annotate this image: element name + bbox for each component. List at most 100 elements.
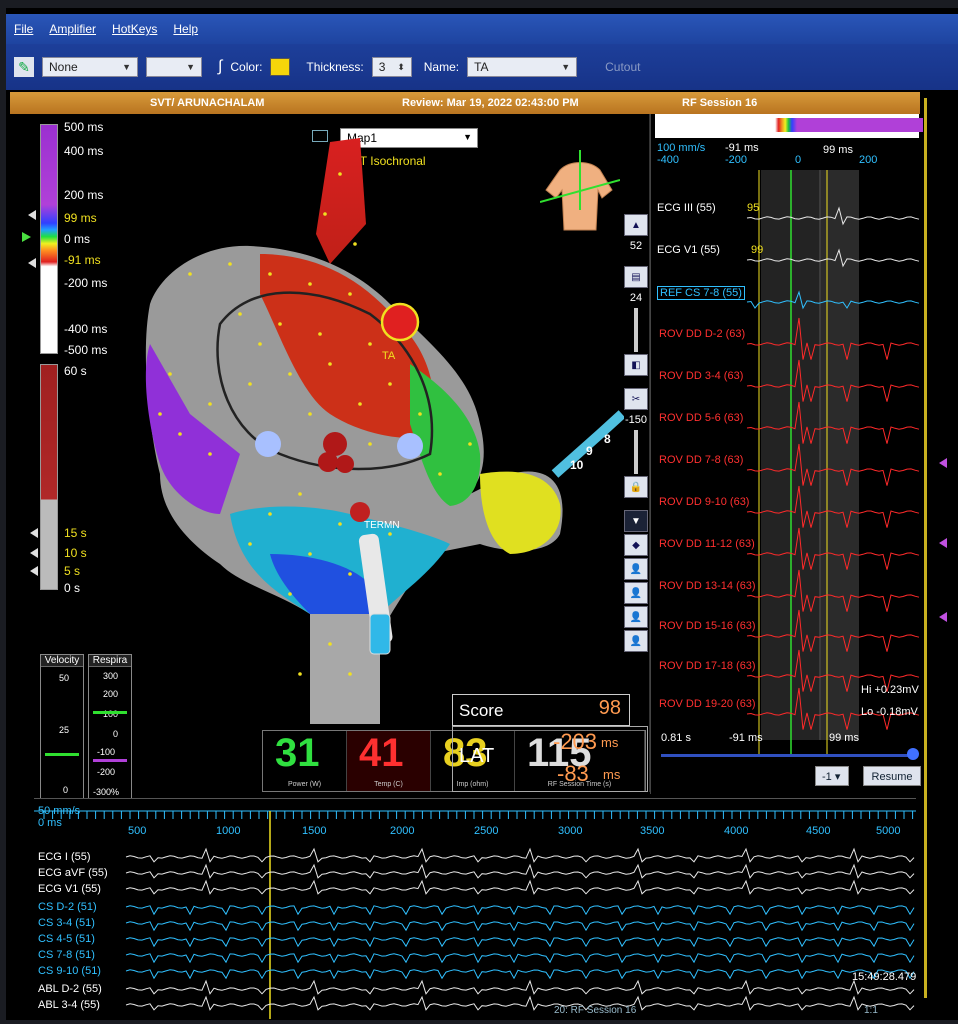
termn-label: TERMN	[364, 520, 400, 531]
depth-slider[interactable]	[634, 430, 638, 474]
velocity-gauge: Velocity 50 25 0	[40, 654, 84, 802]
view-lao-icon[interactable]: 👤	[624, 582, 648, 604]
menu-help[interactable]: Help	[173, 22, 198, 36]
thickness-stepper[interactable]: 3 ⬍	[371, 57, 412, 77]
review-date: Review: Mar 19, 2022 02:43:00 PM	[402, 97, 579, 109]
realtime-ecg-traces	[34, 810, 916, 1019]
catheter-tip[interactable]	[369, 613, 391, 655]
cutout-button[interactable]: Cutout	[605, 60, 640, 74]
channel-label: CS 4-5 (51)	[38, 933, 95, 945]
width-select[interactable]: ▼	[146, 57, 202, 77]
score-panel: Score 98	[452, 694, 630, 726]
power-value: 31	[275, 731, 320, 775]
toolbar: ✎ None ▼ ▼ ∫ Color: Thickness: 3 ⬍ Name: T…	[6, 44, 958, 90]
ta-label: TA	[382, 350, 396, 362]
play-icon[interactable]	[907, 748, 919, 760]
ecg-trace	[125, 879, 915, 895]
mountain-icon[interactable]: ▲	[624, 214, 648, 236]
gauge-label: 0	[63, 785, 69, 795]
marker-icon[interactable]	[939, 458, 947, 468]
step-select-value: -1	[822, 771, 832, 783]
channel-label: ROV DD 7-8 (63)	[659, 454, 744, 466]
view-pa-icon[interactable]: 👤	[624, 630, 648, 652]
respiration-indicator	[93, 711, 127, 714]
marker-icon[interactable]	[939, 538, 947, 548]
map-view[interactable]: 500 ms 400 ms 200 ms 99 ms 0 ms -91 ms -…	[10, 114, 650, 802]
reference-point[interactable]	[397, 433, 423, 459]
torso-orientation-icon[interactable]	[539, 150, 621, 240]
thickness-value: 3	[378, 60, 386, 74]
channel-label: CS 9-10 (51)	[38, 965, 101, 977]
channel-label: CS 3-4 (51)	[38, 917, 95, 929]
map-tools: ▲ 52 ▤ 24 ◧ ✂ -150 🔒 ▼ ◆ 👤 👤 👤 👤	[624, 214, 648, 652]
menu-hotkeys[interactable]: HotKeys	[112, 22, 157, 36]
menu-amplifier[interactable]: Amplifier	[49, 22, 96, 36]
zoom-ratio[interactable]: 1:1	[864, 1005, 878, 1016]
pen-icon[interactable]: ✎	[14, 57, 34, 77]
respiration-indicator-2	[93, 759, 127, 762]
lo-threshold: Lo -0.18mV	[861, 706, 918, 718]
lat-readout: LAT -203 ms -83 ms	[452, 726, 648, 792]
ablation-lesion[interactable]	[350, 502, 370, 522]
catheter-mark: 10	[570, 458, 584, 472]
view-rao-icon[interactable]: 👤	[624, 606, 648, 628]
channel-value: 95	[747, 202, 760, 214]
gauge-label: 50	[59, 673, 70, 683]
lock-icon[interactable]: 🔒	[624, 476, 648, 498]
transparency-icon[interactable]: ◧	[624, 354, 648, 376]
channel-label: ABL D-2 (55)	[38, 983, 102, 995]
opacity-slider[interactable]	[634, 308, 638, 352]
catheter-mark: 8	[604, 432, 611, 446]
ablation-lesion[interactable]	[318, 452, 338, 472]
channel-label: ECG V1 (55)	[657, 244, 720, 256]
color-swatch[interactable]	[270, 58, 291, 76]
menu-bar: File Amplifier HotKeys Help	[6, 14, 958, 44]
tool-value: -150	[624, 412, 648, 428]
channel-label[interactable]: REF CS 7-8 (55)	[657, 286, 745, 300]
channel-label: ECG V1 (55)	[38, 883, 101, 895]
temp-stat: 41 Temp (C)	[347, 731, 431, 791]
chevron-down-icon: ▼	[122, 62, 131, 72]
tool-value: 24	[624, 290, 648, 306]
gauge-label: 0	[113, 729, 119, 739]
ecg-trace	[125, 847, 915, 863]
chevron-down-icon: ▼	[561, 62, 571, 72]
review-scrollbar[interactable]	[661, 754, 917, 757]
ecg-trace	[125, 969, 915, 980]
ta-marker[interactable]	[380, 302, 420, 342]
stepper-icon: ⬍	[397, 61, 405, 72]
channel-label: ROV DD 5-6 (63)	[659, 412, 744, 424]
reference-point[interactable]	[255, 431, 281, 457]
ecg-review-panel[interactable]: 100 mm/s -91 ms 99 ms -400 -200 0 200 EC…	[650, 114, 923, 794]
power-label: Power (W)	[287, 781, 322, 788]
style-select[interactable]: None ▼	[42, 57, 138, 77]
menu-file[interactable]: File	[14, 22, 33, 36]
ecg-trace	[125, 979, 915, 995]
lat-unit-1: ms	[601, 735, 619, 750]
name-label: Name:	[423, 60, 460, 74]
name-select[interactable]: TA ▼	[467, 57, 578, 77]
window-duration: 0.81 s	[661, 732, 691, 744]
view-menu-icon[interactable]: ▼	[624, 510, 648, 532]
score-label: Score	[459, 701, 504, 720]
rf-session-title: RF Session 16	[682, 97, 758, 109]
scissors-icon[interactable]: ✂	[624, 388, 648, 410]
layer-icon[interactable]: ▤	[624, 266, 648, 288]
step-select[interactable]: -1 ▾	[815, 766, 849, 786]
view-catheter-icon[interactable]: ◆	[624, 534, 648, 556]
channel-label: CS D-2 (51)	[38, 901, 97, 913]
score-value: 98	[598, 697, 621, 719]
velocity-title: Velocity	[41, 655, 83, 667]
channel-label: ECG aVF (55)	[38, 867, 108, 879]
curve-icon[interactable]: ∫	[218, 58, 222, 76]
marker-icon[interactable]	[939, 612, 947, 622]
resume-button[interactable]: Resume	[863, 766, 921, 786]
style-select-value: None	[49, 60, 78, 74]
view-ap-icon[interactable]: 👤	[624, 558, 648, 580]
lat-unit-2: ms	[603, 767, 621, 782]
ablation-lesion[interactable]	[336, 455, 354, 473]
name-select-value: TA	[474, 60, 489, 74]
respiration-title: Respira	[89, 655, 131, 667]
realtime-ecg-panel[interactable]: 50 mm/s 0 ms 500 1000 1500 2000 2500 300…	[34, 798, 916, 1020]
ecg-trace	[125, 905, 915, 916]
